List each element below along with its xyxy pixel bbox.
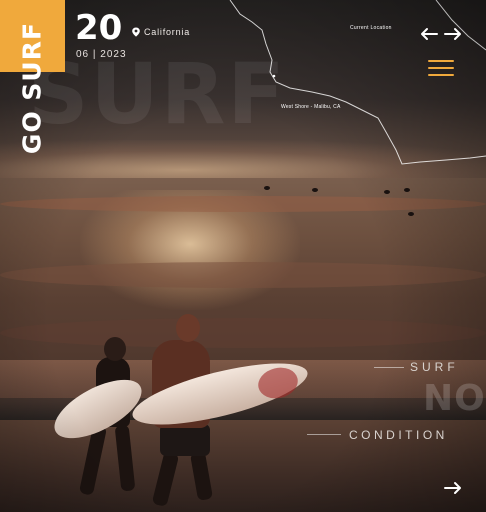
brand-go: GO — [17, 110, 47, 155]
brand-logo[interactable]: GO SURF — [18, 22, 47, 154]
now-label: NOW — [423, 378, 486, 419]
location-name[interactable]: California — [144, 27, 190, 37]
surf-app-screen: SURF GO SURF 20 06 | 2023 California Cur… — [0, 0, 486, 512]
coastline-line — [435, 0, 486, 51]
brand-surf: SURF — [17, 21, 47, 101]
hamburger-menu-icon[interactable] — [428, 60, 454, 78]
map-pin-icon — [132, 27, 140, 37]
arrow-right-icon[interactable] — [443, 480, 463, 496]
map-spot-label[interactable]: West Shore - Malibu, CA — [281, 104, 341, 110]
divider — [307, 434, 341, 435]
date-month-year: 06 | 2023 — [76, 49, 127, 60]
condition-label[interactable]: CONDITION — [349, 428, 448, 442]
current-location-label[interactable]: Current Location — [350, 25, 392, 31]
divider — [374, 367, 404, 368]
map-spot-marker[interactable] — [272, 74, 276, 78]
arrow-left-icon[interactable] — [419, 27, 439, 41]
surf-label: SURF — [410, 360, 459, 374]
arrow-right-icon[interactable] — [443, 27, 463, 41]
date-day: 20 — [75, 8, 123, 48]
